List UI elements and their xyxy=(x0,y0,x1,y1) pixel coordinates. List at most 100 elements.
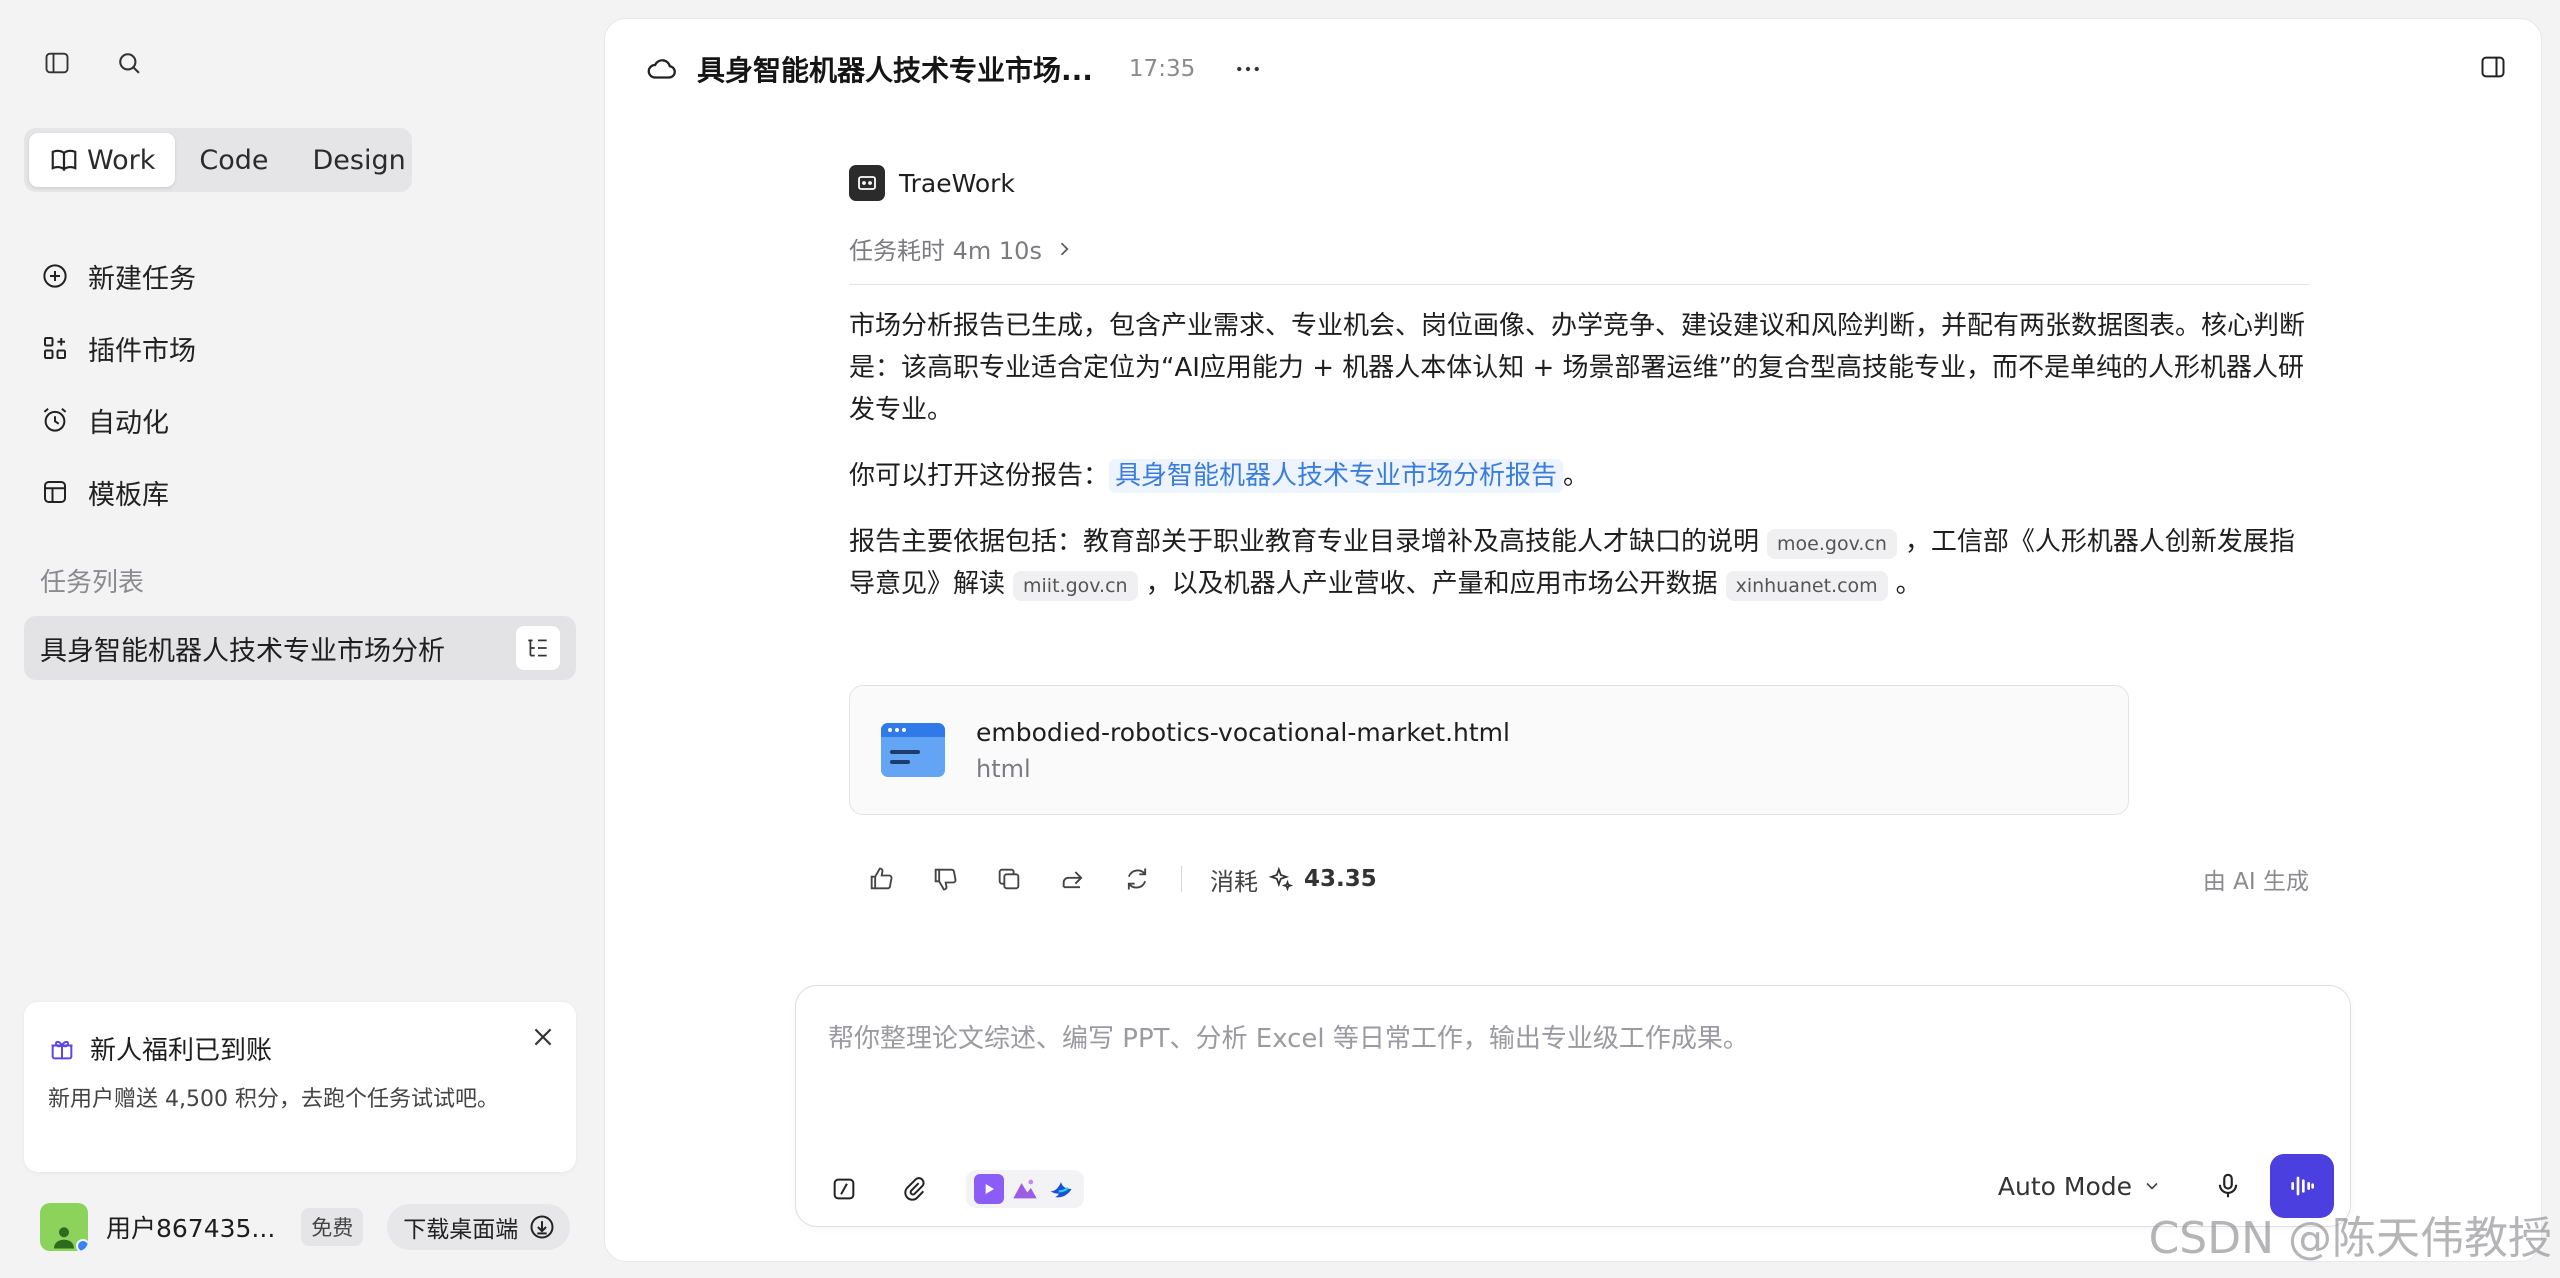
assistant-name: TraeWork xyxy=(899,168,1015,198)
task-duration[interactable]: 任务耗时 4m 10s xyxy=(849,231,2309,266)
consumption: 消耗 43.35 xyxy=(1210,862,1377,897)
chevron-down-icon xyxy=(2146,1182,2158,1190)
task-duration-label: 任务耗时 4m 10s xyxy=(849,237,1042,265)
message-body: 市场分析报告已生成，包含产业需求、专业机会、岗位画像、办学竞争、建设建议和风险判… xyxy=(849,305,2309,605)
nav-plugin-market-label: 插件市场 xyxy=(88,335,196,367)
para2-prefix: 你可以打开这份报告： xyxy=(849,461,1110,491)
download-desktop-button[interactable]: 下载桌面端 xyxy=(387,1204,571,1250)
watermark: CSDN @陈天伟教授 xyxy=(2148,1213,2552,1264)
composer-tools xyxy=(826,1170,1084,1208)
gift-icon xyxy=(51,1040,73,1059)
thumbs-down-icon[interactable] xyxy=(925,859,965,899)
nav-new-task[interactable]: 新建任务 xyxy=(40,240,196,312)
ai-generated-note: 由 AI 生成 xyxy=(2202,869,2309,895)
plus-circle-icon xyxy=(43,264,67,288)
nav-automation-label: 自动化 xyxy=(88,407,169,439)
para2-suffix: 。 xyxy=(1563,461,1590,491)
mode-code[interactable]: Code xyxy=(179,133,288,187)
mode-code-label: Code xyxy=(199,144,269,176)
file-text: embodied-robotics-vocational-market.html… xyxy=(976,718,1510,783)
consume-label: 消耗 xyxy=(1210,867,1258,896)
video-plugin-icon[interactable] xyxy=(974,1174,1004,1204)
cloud-icon xyxy=(647,59,676,79)
online-dot xyxy=(76,1239,88,1251)
bird-plugin-icon[interactable] xyxy=(1046,1174,1076,1204)
sparkle-icon xyxy=(1268,866,1294,892)
file-name: embodied-robotics-vocational-market.html xyxy=(976,717,1510,747)
share-icon[interactable] xyxy=(1053,859,1093,899)
download-desktop-label: 下载桌面端 xyxy=(403,1217,519,1243)
message-actions: 消耗 43.35 由 AI 生成 xyxy=(861,859,2309,899)
divider xyxy=(849,284,2309,285)
source-chip-moe[interactable]: moe.gov.cn xyxy=(1767,529,1897,559)
task-outline-button[interactable] xyxy=(516,626,560,670)
para3-c: ，以及机器人产业营收、产量和应用市场公开数据 xyxy=(1145,569,1718,599)
avatar[interactable] xyxy=(40,1203,88,1251)
plan-badge: 免费 xyxy=(301,1208,364,1246)
report-link[interactable]: 具身智能机器人技术专业市场分析报告 xyxy=(1109,459,1564,493)
file-card[interactable]: embodied-robotics-vocational-market.html… xyxy=(849,685,2129,815)
chevron-right-icon xyxy=(1060,242,1069,255)
user-bar: 用户867435... 免费 下载桌面端 xyxy=(40,1202,576,1252)
nav-plugin-market[interactable]: 插件市场 xyxy=(40,312,196,384)
download-icon xyxy=(530,1215,554,1239)
traework-logo-icon xyxy=(849,165,885,201)
sidebar-nav: 新建任务 插件市场 自动化 模板库 xyxy=(40,240,196,528)
nav-templates[interactable]: 模板库 xyxy=(40,456,196,528)
nav-automation[interactable]: 自动化 xyxy=(40,384,196,456)
conversation-time: 17:35 xyxy=(1128,56,1196,82)
search-icon[interactable] xyxy=(112,46,146,80)
nav-templates-label: 模板库 xyxy=(88,479,169,511)
plugin-icon xyxy=(44,337,66,359)
side-panel-toggle-icon[interactable] xyxy=(2475,49,2511,85)
assistant-message: TraeWork 任务耗时 4m 10s 市场分析报告已生成，包含产业需求、专业… xyxy=(849,165,2309,629)
sidebar-top-icons xyxy=(40,46,146,80)
task-item-label: 具身智能机器人技术专业市场分析 xyxy=(40,635,445,667)
slash-command-icon[interactable] xyxy=(826,1171,862,1207)
mode-design[interactable]: Design xyxy=(293,133,426,187)
promo-title: 新人福利已到账 xyxy=(90,1036,273,1066)
message-paragraph-1: 市场分析报告已生成，包含产业需求、专业机会、岗位画像、办学竞争、建设建议和风险判… xyxy=(849,311,2306,425)
task-item[interactable]: 具身智能机器人技术专业市场分析 xyxy=(24,616,576,680)
waveform-icon xyxy=(2291,1176,2314,1196)
mode-dropdown-label: Auto Mode xyxy=(1997,1171,2132,1201)
source-chip-xinhuanet[interactable]: xinhuanet.com xyxy=(1725,571,1888,601)
assistant-brand: TraeWork xyxy=(849,165,2309,201)
source-chip-miit[interactable]: miit.gov.cn xyxy=(1013,571,1138,601)
task-list-title: 任务列表 xyxy=(40,568,145,598)
plugin-shortcuts xyxy=(966,1170,1084,1208)
mode-switcher: Work Code Design xyxy=(24,128,412,192)
alarm-clock-icon xyxy=(43,407,67,432)
mode-design-label: Design xyxy=(312,144,406,176)
sidebar-toggle-icon[interactable] xyxy=(40,46,74,80)
sidebar: Work Code Design 新建任务 插件市场 自动化 模板库 任务列表 … xyxy=(0,0,600,1278)
promo-card: 新人福利已到账 新用户赠送 4,500 积分，去跑个任务试试吧。 xyxy=(24,1002,576,1172)
para3-d: 。 xyxy=(1895,569,1922,599)
conversation-title[interactable]: 具身智能机器人技术专业市场... xyxy=(697,49,1093,89)
composer: Auto Mode xyxy=(795,985,2351,1227)
prompt-input[interactable] xyxy=(826,1016,2306,1106)
main-panel: 具身智能机器人技术专业市场... 17:35 TraeWork 任务耗时 4m … xyxy=(604,18,2542,1262)
para3-a: 报告主要依据包括：教育部关于职业教育专业目录增补及高技能人才缺口的说明 xyxy=(849,527,1760,557)
conversation-header: 具身智能机器人技术专业市场... 17:35 xyxy=(645,49,1265,89)
message-paragraph-3: 报告主要依据包括：教育部关于职业教育专业目录增补及高技能人才缺口的说明 moe.g… xyxy=(849,521,2309,605)
image-plugin-icon[interactable] xyxy=(1010,1174,1040,1204)
regenerate-icon[interactable] xyxy=(1117,859,1157,899)
mode-work[interactable]: Work xyxy=(29,133,176,187)
mode-dropdown[interactable]: Auto Mode xyxy=(1998,1172,2162,1201)
copy-icon[interactable] xyxy=(989,859,1029,899)
message-paragraph-2: 你可以打开这份报告： 具身智能机器人技术专业市场分析报告。 xyxy=(849,455,2309,497)
more-icon[interactable] xyxy=(1231,52,1265,86)
microphone-icon[interactable] xyxy=(2210,1168,2246,1204)
nav-new-task-label: 新建任务 xyxy=(88,263,196,295)
promo-body: 新用户赠送 4,500 积分，去跑个任务试试吧。 xyxy=(48,1087,499,1112)
file-type: html xyxy=(976,754,1031,783)
paperclip-icon[interactable] xyxy=(896,1171,932,1207)
list-tree-icon xyxy=(528,639,547,657)
mode-work-label: Work xyxy=(87,144,156,176)
thumbs-up-icon[interactable] xyxy=(861,859,901,899)
action-separator xyxy=(1181,866,1182,892)
username[interactable]: 用户867435... xyxy=(106,1209,275,1245)
close-icon[interactable] xyxy=(526,1020,560,1054)
user-icon xyxy=(54,1227,74,1249)
